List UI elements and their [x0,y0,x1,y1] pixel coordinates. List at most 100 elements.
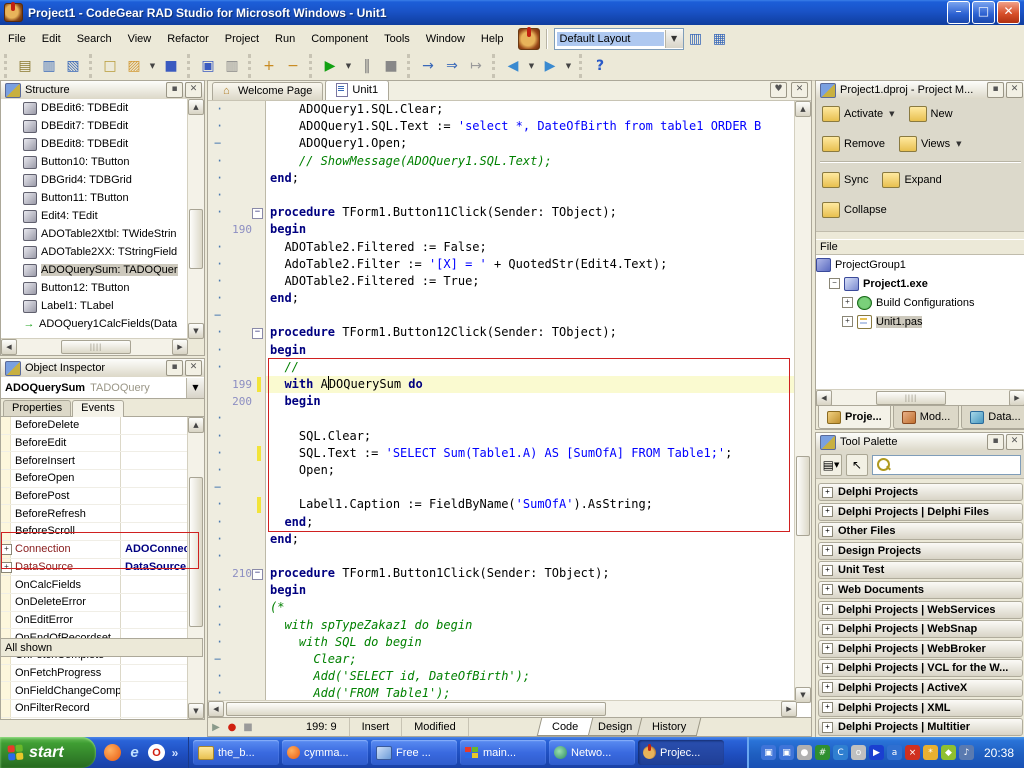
code-line[interactable]: ·begin [208,342,811,359]
code-line[interactable]: · AdoTable2.Filter := '[X] = ' + QuotedS… [208,256,811,273]
code-line[interactable]: 210−procedure TForm1.Button1Click(Sender… [208,565,811,582]
remove-button[interactable]: Remove [822,136,885,152]
dock-tab-data[interactable]: Data... [961,406,1024,429]
cursor-tool-button[interactable]: ↖ [846,454,868,476]
expand-icon[interactable]: + [822,526,833,537]
close-icon[interactable]: ✕ [1006,82,1023,98]
task-button[interactable]: cymma... [282,740,368,765]
code-line[interactable]: − ADOQuery1.Open; [208,135,811,152]
property-row[interactable]: BeforeRefresh [1,505,188,523]
code-line[interactable]: ·end; [208,290,811,307]
network-pc-tray-icon[interactable]: ▣ [779,745,794,760]
code-line[interactable]: · ADOTable2.Filtered := True; [208,273,811,290]
code-line[interactable]: · // ShowMessage(ADOQuery1.SQL.Text); [208,153,811,170]
tab-properties[interactable]: Properties [3,400,71,416]
sphere-tray-icon[interactable]: ● [797,745,812,760]
menu-refactor[interactable]: Refactor [159,30,217,48]
network-pc-tray-icon[interactable]: ▣ [761,745,776,760]
property-row[interactable]: BeforeInsert [1,452,188,470]
code-line[interactable]: · Label1.Caption := FieldByName('SumOfA'… [208,496,811,513]
structure-item[interactable]: Button10: TButton [1,153,204,171]
grid-tray-icon[interactable]: # [815,745,830,760]
back-icon[interactable]: ◀ [501,54,525,78]
sync-button[interactable]: Sync [822,172,868,188]
dd-icon[interactable]: ▼ [146,54,159,78]
palette-category[interactable]: +Delphi Projects | WebServices [818,601,1023,619]
property-row[interactable]: +ConnectionADOConnect [1,541,188,559]
property-row[interactable]: BeforeEdit [1,435,188,453]
menu-window[interactable]: Window [418,30,473,48]
minimize-button[interactable]: – [947,1,970,24]
palette-category[interactable]: +Web Documents [818,581,1023,599]
gpu-tray-icon[interactable]: ◆ [941,745,956,760]
close-icon[interactable]: ✕ [1006,434,1023,450]
run-icon[interactable]: ▶ [318,54,342,78]
more-icon[interactable]: » [170,744,180,761]
menu-component[interactable]: Component [303,30,376,48]
editor-vscrollbar[interactable]: ▲ ▼ [794,101,811,703]
palette-category[interactable]: +Delphi Projects [818,483,1023,501]
project-tree-item[interactable]: +Unit1.pas [816,312,1024,331]
step-over-icon[interactable]: ⇒ [440,54,464,78]
structure-hscrollbar[interactable]: ◀ |||| ▶ [1,338,188,355]
structure-item[interactable]: ADOQuery1CalcFields(Data [1,315,204,333]
structure-item[interactable]: DBEdit6: TDBEdit [1,99,204,117]
expand-icon[interactable]: + [822,722,833,733]
structure-item[interactable]: Edit4: TEdit [1,207,204,225]
expand-icon[interactable]: + [822,604,833,615]
code-line[interactable]: · SQL.Clear; [208,428,811,445]
code-line[interactable]: · // [208,359,811,376]
code-line[interactable]: · Open; [208,462,811,479]
remove-from-project-icon[interactable]: − [281,54,305,78]
project-tree-item[interactable]: −Project1.exe [816,274,1024,293]
property-row[interactable]: BeforeDelete [1,417,188,435]
fold-collapse-icon[interactable]: − [252,569,263,580]
expand-icon[interactable]: + [842,297,853,308]
code-line[interactable]: · with spTypeZakaz1 do begin [208,617,811,634]
code-line[interactable]: ·−procedure TForm1.Button11Click(Sender:… [208,204,811,221]
object-inspector-vscrollbar[interactable]: ▲ ▼ [187,417,204,719]
palette-category[interactable]: +Delphi Projects | Multitier [818,718,1023,736]
trace-into-icon[interactable]: → [416,54,440,78]
expand-icon[interactable]: + [822,565,833,576]
palette-category[interactable]: +Delphi Projects | WebSnap [818,620,1023,638]
fold-collapse-icon[interactable]: − [252,208,263,219]
media-player-tray-icon[interactable]: ▶ [869,745,884,760]
expand-icon[interactable]: + [1,544,12,555]
code-line[interactable]: ·begin [208,582,811,599]
menu-tools[interactable]: Tools [376,30,418,48]
editor-tab-welcome-page[interactable]: Welcome Page [212,82,323,100]
code-line[interactable]: · [208,548,811,565]
code-line[interactable]: · ADOQuery1.SQL.Text := 'select *, DateO… [208,118,811,135]
volume-tray-icon[interactable]: ♪ [959,745,974,760]
close-icon[interactable]: ✕ [185,82,202,98]
dock-tab-proj[interactable]: Proje... [818,406,891,429]
structure-item[interactable]: ADOQuerySum: TADOQuer [1,261,204,279]
menu-run[interactable]: Run [267,30,303,48]
task-button[interactable]: the_b... [193,740,279,765]
pin-icon[interactable]: ▪ [166,82,183,98]
structure-item[interactable]: ADOTable2XX: TStringField [1,243,204,261]
code-line[interactable]: · with SQL do begin [208,634,811,651]
code-line[interactable]: · ADOQuery1.SQL.Clear; [208,101,811,118]
expand-icon[interactable]: + [822,682,833,693]
droplist-icon[interactable]: ♥ [770,82,787,98]
a-logo-tray-icon[interactable]: a [887,745,902,760]
code-line[interactable]: ·end; [208,170,811,187]
close-button[interactable]: ✕ [997,1,1020,24]
expand-icon[interactable]: + [842,316,853,327]
menu-edit[interactable]: Edit [34,30,69,48]
wand-tray-icon[interactable]: * [923,745,938,760]
structure-item[interactable]: DBGrid4: TDBGrid [1,171,204,189]
code-line[interactable]: − Clear; [208,651,811,668]
code-line[interactable]: · SQL.Text := 'SELECT Sum(Table1.A) AS [… [208,445,811,462]
expand-icon[interactable]: + [822,624,833,635]
code-line[interactable]: ·(* [208,599,811,616]
code-line[interactable]: − [208,307,811,324]
expand-icon[interactable]: + [822,506,833,517]
palette-category[interactable]: +Delphi Projects | XML [818,699,1023,717]
structure-item[interactable]: Label1: TLabel [1,297,204,315]
palette-category[interactable]: +Design Projects [818,542,1023,560]
save-layout-icon[interactable]: ▥ [684,27,708,51]
help-icon[interactable]: ? [588,54,612,78]
